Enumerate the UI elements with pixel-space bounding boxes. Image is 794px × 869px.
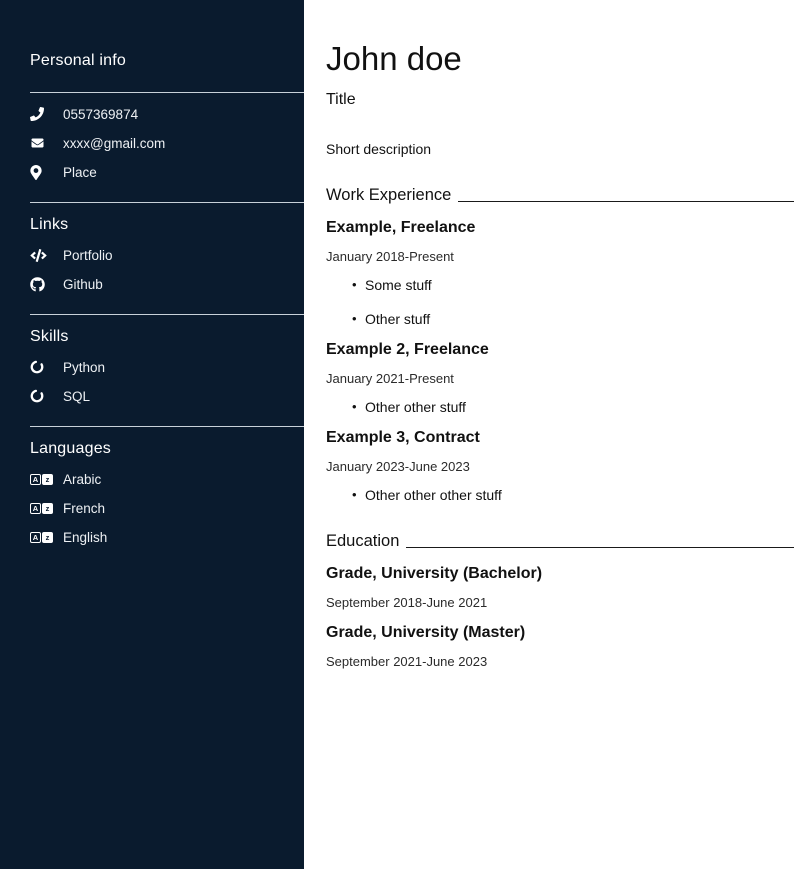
bullet-item: Other other stuff	[352, 399, 794, 415]
entry-title: Example, Freelance	[326, 219, 794, 237]
link-github[interactable]: Github	[30, 276, 304, 292]
bullet-item: Some stuff	[352, 277, 794, 293]
entry-title: Example 3, Contract	[326, 429, 794, 447]
sidebar-heading-languages: Languages	[30, 440, 304, 458]
entry-date: January 2023-June 2023	[326, 459, 794, 474]
skill-sql: SQL	[30, 388, 304, 404]
section-heading-education: Education	[326, 532, 794, 551]
link-portfolio-label: Portfolio	[63, 248, 113, 263]
entry-date: January 2021-Present	[326, 371, 794, 386]
sidebar-divider	[30, 314, 304, 315]
sidebar-heading-links: Links	[30, 216, 304, 234]
github-icon	[30, 277, 50, 292]
circle-notch-icon	[30, 389, 50, 403]
sidebar-heading-skills: Skills	[30, 328, 304, 346]
skill-python: Python	[30, 359, 304, 375]
candidate-title: Title	[326, 91, 794, 109]
entry-date: September 2018-June 2021	[326, 595, 794, 610]
candidate-name: John doe	[326, 42, 794, 77]
section-heading-work-experience: Work Experience	[326, 186, 794, 205]
language-label: French	[63, 501, 105, 516]
section-heading-label: Work Experience	[326, 186, 451, 205]
entry-date: September 2021-June 2023	[326, 654, 794, 669]
bullet-item: Other other other stuff	[352, 487, 794, 503]
code-icon	[30, 249, 50, 262]
entry-title: Example 2, Freelance	[326, 341, 794, 359]
sidebar-divider	[30, 202, 304, 203]
sidebar-divider	[30, 426, 304, 427]
language-label: Arabic	[63, 472, 101, 487]
sidebar-divider	[30, 92, 304, 93]
entry-title: Grade, University (Master)	[326, 624, 794, 642]
language-icon: Az	[30, 474, 50, 485]
location-icon	[30, 165, 50, 180]
short-description: Short description	[326, 141, 794, 157]
contact-email: xxxx@gmail.com	[30, 135, 304, 151]
sidebar-heading-personal-info: Personal info	[30, 52, 304, 70]
bullet-list: Other other other stuff	[326, 487, 794, 503]
language-english: Az English	[30, 529, 304, 545]
contact-phone-value: 0557369874	[63, 107, 138, 122]
contact-phone: 0557369874	[30, 106, 304, 122]
bullet-list: Some stuff Other stuff	[326, 277, 794, 327]
bullet-list: Other other stuff	[326, 399, 794, 415]
resume-body: John doe Title Short description Work Ex…	[304, 0, 794, 869]
language-icon: Az	[30, 532, 50, 543]
link-github-label: Github	[63, 277, 103, 292]
skill-label: SQL	[63, 389, 90, 404]
resume-page: Personal info 0557369874 xxxx@gmail.com …	[0, 0, 794, 869]
phone-icon	[30, 107, 50, 121]
section-heading-rule	[458, 201, 794, 202]
language-label: English	[63, 530, 107, 545]
section-heading-label: Education	[326, 532, 399, 551]
contact-place-value: Place	[63, 165, 97, 180]
entry-title: Grade, University (Bachelor)	[326, 565, 794, 583]
entry-date: January 2018-Present	[326, 249, 794, 264]
circle-notch-icon	[30, 360, 50, 374]
language-arabic: Az Arabic	[30, 471, 304, 487]
envelope-icon	[30, 137, 50, 149]
bullet-item: Other stuff	[352, 311, 794, 327]
contact-email-value: xxxx@gmail.com	[63, 136, 165, 151]
contact-place: Place	[30, 164, 304, 180]
language-french: Az French	[30, 500, 304, 516]
section-heading-rule	[406, 547, 794, 548]
sidebar: Personal info 0557369874 xxxx@gmail.com …	[0, 0, 304, 869]
skill-label: Python	[63, 360, 105, 375]
language-icon: Az	[30, 503, 50, 514]
link-portfolio[interactable]: Portfolio	[30, 247, 304, 263]
